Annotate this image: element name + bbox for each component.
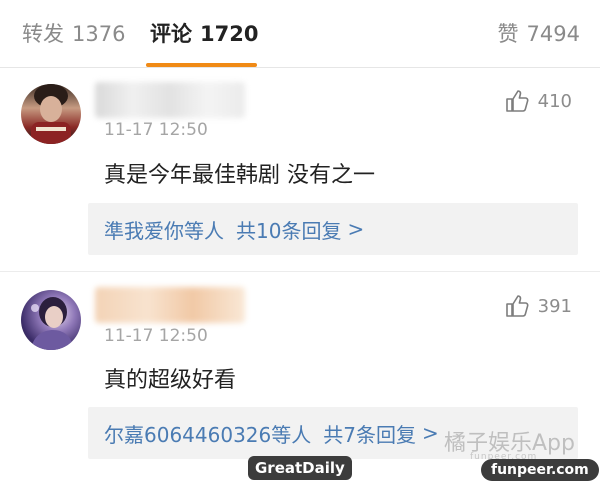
comment-time: 11-17 12:50 (104, 326, 208, 346)
avatar-image (31, 84, 71, 144)
like-count: 410 (537, 90, 572, 112)
thumbs-up-icon (505, 90, 529, 112)
reply-author-link[interactable]: 準我爱你 (104, 215, 184, 244)
username-redacted[interactable] (95, 287, 245, 323)
like-button[interactable]: 410 (504, 88, 572, 114)
tab-comments-label: 评论 (150, 22, 192, 46)
tab-likes-count: 7494 (526, 22, 580, 46)
reply-author-link[interactable]: 尔嘉6064460326 (104, 419, 271, 448)
tab-repost[interactable]: 转发 1376 (22, 18, 125, 48)
watermark-badge-funpeer: funpeer.com (481, 459, 599, 481)
comment-item: 11-17 12:50 410 真是今年最佳韩剧 没有之一 準我爱你 等人 共10条… (0, 68, 600, 272)
comment-time: 11-17 12:50 (104, 120, 208, 140)
like-count: 391 (537, 295, 572, 317)
reply-count-link[interactable]: 共10条回复 (236, 215, 341, 244)
avatar-image (31, 297, 73, 350)
watermark-badge-greatdaily: GreatDaily (248, 456, 352, 480)
tab-repost-count: 1376 (72, 22, 126, 46)
replies-preview[interactable]: 準我爱你 等人 共10条回复 > (88, 203, 578, 255)
chevron-right-icon: > (347, 217, 365, 241)
avatar[interactable] (21, 290, 81, 350)
reply-etc: 等人 (184, 218, 224, 243)
avatar[interactable] (21, 84, 81, 144)
tab-likes-label: 赞 (497, 22, 519, 46)
tab-comments[interactable]: 评论 1720 (150, 18, 258, 48)
tab-repost-label: 转发 (22, 22, 64, 46)
username-redacted[interactable] (95, 82, 245, 118)
comment-text: 真是今年最佳韩剧 没有之一 (104, 163, 375, 188)
thumbs-up-icon (505, 295, 529, 317)
active-tab-indicator (146, 63, 257, 67)
tab-comments-count: 1720 (200, 22, 259, 46)
like-button[interactable]: 391 (504, 293, 572, 319)
reply-etc: 等人 (271, 422, 312, 447)
chevron-right-icon: > (421, 421, 439, 445)
reply-count-link[interactable]: 共7条回复 (323, 419, 416, 448)
comment-text: 真的超级好看 (104, 368, 237, 393)
tab-bar: 转发 1376 评论 1720 赞 7494 (0, 0, 600, 68)
tab-likes[interactable]: 赞 7494 (498, 18, 580, 48)
